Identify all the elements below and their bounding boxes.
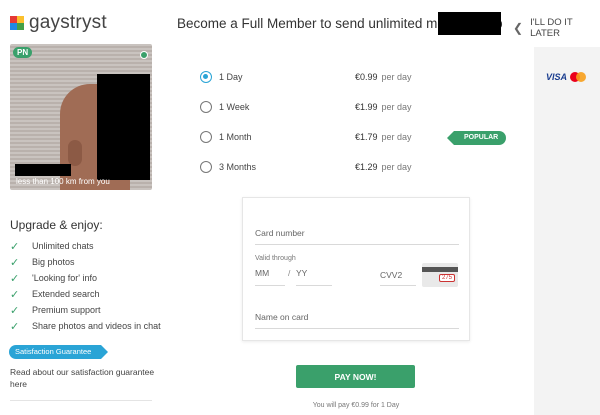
name-on-card-field[interactable]: Name on card <box>255 312 459 329</box>
plan-price: €1.29 <box>355 162 378 172</box>
plan-option-1-day[interactable]: 1 Day €0.99 per day <box>200 69 500 85</box>
plan-per: per day <box>381 72 412 82</box>
sidebar-divider <box>10 400 152 401</box>
plan-price: €1.99 <box>355 102 378 112</box>
cvv-card-icon: 275 <box>422 263 458 287</box>
radio-icon[interactable] <box>200 161 212 173</box>
visa-logo: VISA <box>546 72 568 82</box>
online-status-icon <box>140 51 148 59</box>
do-it-later-label: I'LL DO IT LATER <box>530 17 573 39</box>
brand-logo[interactable]: gaystryst <box>10 12 107 34</box>
feature-item: ✓ Extended search <box>10 286 161 302</box>
radio-icon[interactable] <box>200 101 212 113</box>
plan-name: 1 Month <box>219 132 252 142</box>
check-icon: ✓ <box>10 288 20 301</box>
cvv-example: 275 <box>438 274 455 282</box>
redacted-profile-name <box>15 164 71 176</box>
feature-list: ✓ Unlimited chats ✓ Big photos ✓ 'Looking f… <box>10 238 161 334</box>
check-icon: ✓ <box>10 320 20 333</box>
card-form: Card number Valid through MM / YY CVV2 2… <box>242 197 470 341</box>
feature-item: ✓ Unlimited chats <box>10 238 161 254</box>
plan-price: €1.79 <box>355 132 378 142</box>
plan-name: 1 Week <box>219 102 250 112</box>
card-magstripe <box>422 267 458 272</box>
expiry-year-field[interactable]: YY <box>296 268 332 286</box>
cvv-field[interactable]: CVV2 <box>380 270 416 286</box>
rainbow-logo-icon <box>10 16 24 30</box>
feature-item: ✓ Big photos <box>10 254 161 270</box>
redacted-username <box>438 12 501 35</box>
payment-summary: You will pay €0.99 for 1 Day <box>312 402 400 409</box>
plan-per: per day <box>381 102 412 112</box>
feature-label: Big photos <box>32 257 75 267</box>
check-icon: ✓ <box>10 272 20 285</box>
feature-label: Extended search <box>32 289 100 299</box>
feature-label: Premium support <box>32 305 101 315</box>
feature-label: 'Looking for' info <box>32 273 97 283</box>
radio-selected-icon[interactable] <box>200 71 212 83</box>
pay-now-button[interactable]: PAY NOW! <box>296 365 415 388</box>
feature-item: ✓ Premium support <box>10 302 161 318</box>
satisfaction-guarantee-link[interactable]: Read about our satisfaction guarantee he… <box>10 366 160 390</box>
check-icon: ✓ <box>10 240 20 253</box>
logo-text: gaystryst <box>29 12 107 33</box>
plan-option-3-months[interactable]: 3 Months €1.29 per day <box>200 159 500 175</box>
check-icon: ✓ <box>10 304 20 317</box>
plan-name: 1 Day <box>219 72 243 82</box>
profile-photo-ear <box>68 140 82 166</box>
mastercard-logo-icon <box>570 72 587 82</box>
popular-badge: POPULAR <box>446 131 507 145</box>
chevron-left-icon: ❮ <box>513 21 524 35</box>
do-it-later-link[interactable]: ❮ I'LL DO IT LATER <box>513 17 600 39</box>
plan-price: €0.99 <box>355 72 378 82</box>
satisfaction-guarantee-tag: Satisfaction Guarantee <box>9 345 109 359</box>
redacted-face <box>97 74 150 180</box>
plan-per: per day <box>381 132 412 142</box>
plan-option-1-week[interactable]: 1 Week €1.99 per day <box>200 99 500 115</box>
upgrade-title: Upgrade & enjoy: <box>10 218 103 232</box>
plan-name: 3 Months <box>219 162 257 172</box>
expiry-separator: / <box>288 268 291 278</box>
valid-through-label: Valid through <box>255 255 296 262</box>
expiry-month-field[interactable]: MM <box>255 268 285 286</box>
radio-icon[interactable] <box>200 131 212 143</box>
card-number-field[interactable]: Card number <box>255 228 459 245</box>
profile-distance: less than 100 km from you <box>16 177 110 186</box>
feature-label: Share photos and videos in chat <box>32 321 161 331</box>
feature-item: ✓ Share photos and videos in chat <box>10 318 161 334</box>
profile-card[interactable]: PN less than 100 km from you <box>10 44 152 190</box>
accepted-cards: VISA <box>546 72 587 82</box>
check-icon: ✓ <box>10 256 20 269</box>
feature-label: Unlimited chats <box>32 241 94 251</box>
feature-item: ✓ 'Looking for' info <box>10 270 161 286</box>
plan-per: per day <box>381 162 412 172</box>
profile-badge: PN <box>13 47 33 58</box>
